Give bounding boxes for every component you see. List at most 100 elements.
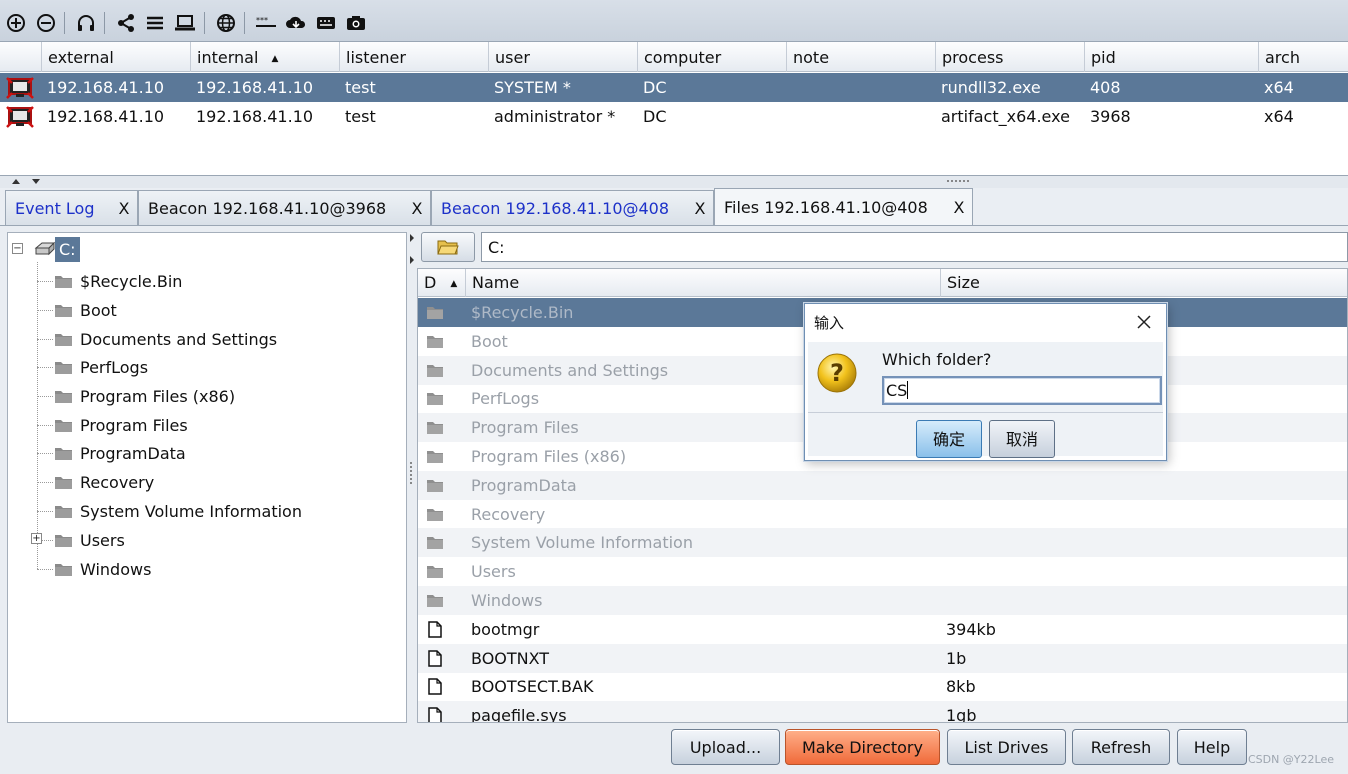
- session-arch: x64: [1264, 107, 1294, 126]
- column-header-note[interactable]: note: [786, 42, 935, 72]
- file-name: pagefile.sys: [471, 706, 567, 723]
- file-name: Program Files: [471, 418, 579, 438]
- tree-item-perflogs[interactable]: PerfLogs: [54, 354, 148, 380]
- listeners-headset-icon[interactable]: [74, 12, 98, 34]
- tree-item-program-files-x86[interactable]: Program Files (x86): [54, 383, 235, 409]
- tab-event-log[interactable]: Event Log X: [5, 190, 138, 225]
- tree-item-recycle-bin[interactable]: $Recycle.Bin: [54, 268, 182, 294]
- tree-item-windows[interactable]: Windows: [54, 556, 151, 582]
- list-drives-button[interactable]: List Drives: [947, 729, 1066, 765]
- beacon-monitor-icon: [6, 77, 34, 99]
- column-header-user[interactable]: user: [488, 42, 637, 72]
- ok-button[interactable]: 确定: [916, 420, 982, 458]
- close-icon[interactable]: [1134, 312, 1154, 332]
- horizontal-splitter[interactable]: [0, 176, 1348, 188]
- folder-icon: [427, 537, 443, 550]
- tree-item-system-volume-information[interactable]: System Volume Information: [54, 498, 302, 524]
- dialog-body: ? Which folder? CS 确定 取消: [808, 342, 1163, 458]
- session-row[interactable]: 192.168.41.10 192.168.41.10 test adminis…: [0, 102, 1348, 131]
- keystrokes-keyboard-icon[interactable]: [314, 12, 338, 34]
- file-name: Recovery: [471, 504, 546, 524]
- tree-item-boot[interactable]: Boot: [54, 297, 117, 323]
- expand-toggle[interactable]: +: [31, 533, 42, 544]
- column-header-internal[interactable]: internal ▲: [190, 42, 339, 72]
- file-row[interactable]: BOOTSECT.BAK 8kb: [418, 672, 1347, 701]
- column-header-external[interactable]: external: [41, 42, 190, 72]
- tab-close-button[interactable]: X: [111, 199, 137, 218]
- session-table-icon[interactable]: [143, 12, 167, 34]
- folder-icon: [55, 333, 72, 346]
- collapse-toggle[interactable]: −: [12, 243, 23, 254]
- targets-laptop-icon[interactable]: [173, 12, 197, 34]
- tab-beacon-3968[interactable]: Beacon 192.168.41.10@3968 X: [138, 190, 431, 225]
- column-header-d[interactable]: D ▲: [418, 269, 465, 297]
- tree-item-programdata[interactable]: ProgramData: [54, 440, 186, 466]
- refresh-button[interactable]: Refresh: [1072, 729, 1170, 765]
- help-button[interactable]: Help: [1177, 729, 1247, 765]
- directory-row[interactable]: System Volume Information: [418, 528, 1347, 558]
- tree-item-label: ProgramData: [80, 443, 186, 463]
- tree-item-label: Program Files: [80, 415, 188, 435]
- tree-item-users[interactable]: Users: [54, 527, 125, 553]
- path-field[interactable]: C:: [481, 232, 1348, 262]
- disconnect-icon[interactable]: [34, 12, 58, 34]
- directory-row[interactable]: Users: [418, 557, 1347, 586]
- downloads-cloud-icon[interactable]: [284, 12, 308, 34]
- cancel-button[interactable]: 取消: [989, 420, 1055, 458]
- credentials-icon[interactable]: ***: [254, 12, 278, 34]
- file-row[interactable]: bootmgr 394kb: [418, 615, 1347, 644]
- folder-name-input[interactable]: CS: [882, 376, 1162, 405]
- folder-icon: [55, 419, 72, 432]
- file-name: Program Files (x86): [471, 447, 627, 466]
- pivot-graph-icon[interactable]: [114, 12, 138, 34]
- file-size: 1gb: [946, 706, 977, 723]
- tab-close-button[interactable]: X: [404, 199, 430, 218]
- new-connection-icon[interactable]: [4, 12, 28, 34]
- web-log-icon[interactable]: [214, 12, 238, 34]
- column-header-arch[interactable]: arch: [1258, 42, 1348, 72]
- column-header-name[interactable]: Name: [465, 269, 940, 297]
- parent-folder-button[interactable]: [421, 232, 475, 262]
- column-header-computer[interactable]: computer: [637, 42, 786, 72]
- session-internal: 192.168.41.10: [196, 107, 314, 126]
- tree-item-recovery[interactable]: Recovery: [54, 469, 154, 495]
- tab-files-408[interactable]: Files 192.168.41.10@408 X: [714, 188, 973, 225]
- folder-icon: [55, 447, 72, 460]
- file-icon: [428, 707, 442, 722]
- directory-row[interactable]: Windows: [418, 586, 1347, 615]
- tree-root-drive[interactable]: C:: [55, 237, 80, 262]
- upload-button[interactable]: Upload...: [671, 729, 780, 765]
- tab-close-button[interactable]: X: [946, 198, 972, 217]
- splitter-arrows-icon[interactable]: [8, 177, 44, 186]
- toolbar: ***: [0, 0, 1348, 42]
- vertical-splitter[interactable]: [407, 226, 416, 726]
- tree-item-program-files[interactable]: Program Files: [54, 412, 188, 438]
- file-name: Documents and Settings: [471, 360, 669, 380]
- column-header-pid[interactable]: pid: [1084, 42, 1258, 72]
- column-header-process[interactable]: process: [935, 42, 1084, 72]
- make-directory-button[interactable]: Make Directory: [785, 729, 940, 765]
- tab-label: Files 192.168.41.10@408: [724, 197, 928, 217]
- file-icon: [428, 678, 442, 696]
- directory-row[interactable]: Recovery: [418, 500, 1347, 529]
- file-name: PerfLogs: [471, 389, 540, 409]
- column-header-icon[interactable]: [0, 42, 41, 72]
- session-external: 192.168.41.10: [47, 107, 165, 126]
- text-caret: [907, 381, 909, 399]
- column-header-listener[interactable]: listener: [339, 42, 488, 72]
- file-row[interactable]: BOOTNXT 1b: [418, 643, 1347, 673]
- directory-row[interactable]: ProgramData: [418, 470, 1347, 500]
- session-listener: test: [345, 78, 376, 97]
- folder-icon: [427, 508, 443, 521]
- session-pid: 3968: [1090, 107, 1131, 126]
- tab-close-button[interactable]: X: [687, 199, 713, 218]
- file-row[interactable]: pagefile.sys 1gb: [418, 701, 1347, 723]
- screenshots-camera-icon[interactable]: [344, 12, 368, 34]
- tab-label: Beacon 192.168.41.10@3968: [148, 198, 387, 218]
- column-header-size[interactable]: Size: [940, 269, 1347, 297]
- open-folder-icon: [437, 240, 459, 254]
- session-user: SYSTEM *: [494, 78, 571, 97]
- tree-item-documents-and-settings[interactable]: Documents and Settings: [54, 326, 277, 352]
- session-row[interactable]: 192.168.41.10 192.168.41.10 test SYSTEM …: [0, 73, 1348, 102]
- tab-beacon-408[interactable]: Beacon 192.168.41.10@408 X: [431, 190, 714, 225]
